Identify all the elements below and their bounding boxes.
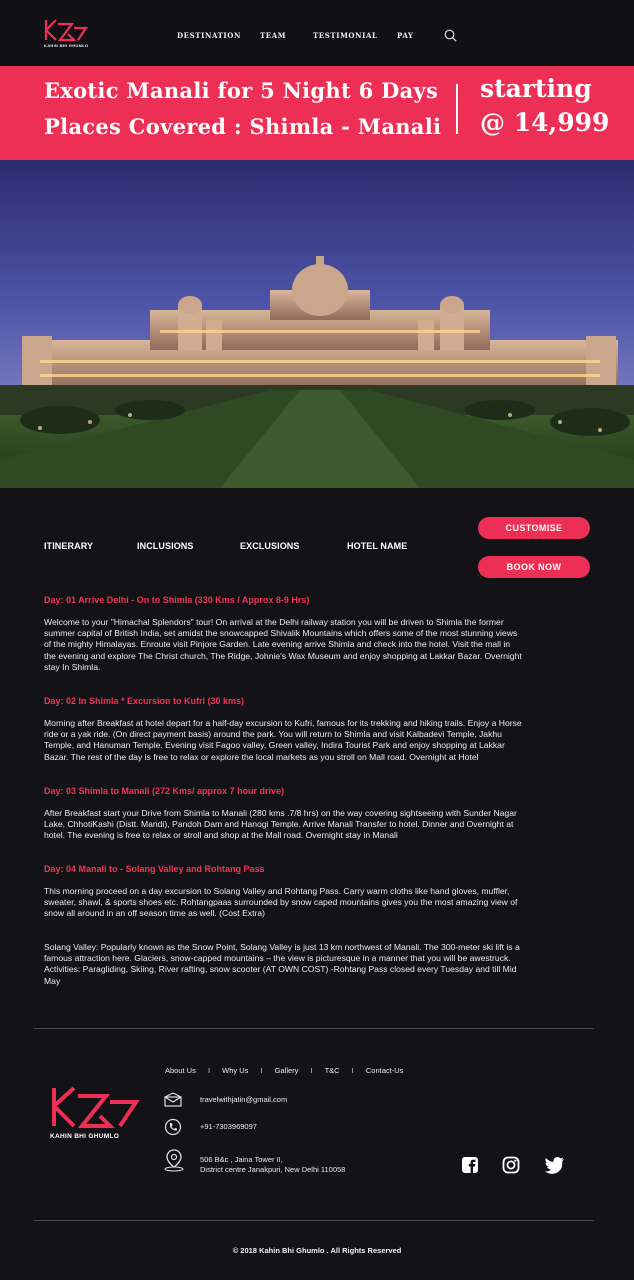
day-2-title: Day: 02 In Shimla * Excursion to Kufri (…: [44, 696, 245, 706]
footer-phone[interactable]: +91-7303969097: [200, 1122, 257, 1132]
twitter-icon[interactable]: [544, 1156, 565, 1174]
tour-title: Exotic Manali for 5 Night 6 Days: [44, 78, 439, 103]
day-4-title: Day: 04 Manali to - Solang Valley and Ro…: [44, 864, 265, 874]
day-1-title: Day: 01 Arrive Delhi - On to Shimla (330…: [44, 595, 310, 605]
instagram-icon[interactable]: [502, 1156, 520, 1174]
day-2-text: Morning after Breakfast at hotel depart …: [44, 718, 522, 762]
logo-mark-icon: [52, 1086, 140, 1128]
price-value: @ 14,999: [480, 108, 610, 137]
address-line-1: 506 B&c , Jaina Tower II,: [200, 1155, 283, 1164]
day-3-text: After Breakfast start your Drive from Sh…: [44, 808, 517, 841]
places-covered: Places Covered : Shimla - Manali: [44, 114, 442, 139]
banner-divider: [456, 84, 458, 134]
footer-link-separator: I: [207, 1066, 211, 1075]
logo-mark-icon: [44, 19, 89, 42]
footer-link-separator: I: [351, 1066, 354, 1075]
copyright: © 2018 Kahin Bhi Ghumlo . All Rights Res…: [232, 1246, 402, 1255]
phone-icon: [164, 1118, 182, 1136]
tour-banner: Exotic Manali for 5 Night 6 Days Places …: [0, 66, 634, 160]
footer-link-separator: I: [310, 1066, 313, 1075]
day-1-text: Welcome to your "Himachal Splendors" tou…: [44, 617, 522, 672]
day-3-title: Day: 03 Shimla to Manali (272 Kms/ appro…: [44, 786, 285, 796]
footer-logo[interactable]: KAHIN BHI GHUMLO: [50, 1084, 140, 1142]
footer-link-tc[interactable]: T&C: [325, 1066, 340, 1075]
nav-pay[interactable]: PAY: [397, 31, 414, 40]
tab-hotel-name[interactable]: HOTEL NAME: [347, 541, 407, 551]
day-4-text: This morning proceed on a day excursion …: [44, 886, 518, 919]
footer-address: 506 B&c , Jaina Tower II, District centr…: [200, 1155, 345, 1175]
footer-divider-bottom: [34, 1220, 594, 1221]
footer-link-contact[interactable]: Contact-Us: [366, 1066, 404, 1075]
customise-button[interactable]: CUSTOMISE: [478, 517, 590, 539]
price-label: starting: [480, 74, 592, 103]
email-icon: [164, 1092, 182, 1107]
tab-itinerary[interactable]: ITINERARY: [44, 541, 93, 551]
nav-testimonial[interactable]: TESTIMONIAL: [313, 31, 378, 40]
footer-email[interactable]: travelwithjatin@gmail.com: [200, 1095, 287, 1105]
footer-link-separator: I: [260, 1066, 263, 1075]
location-pin-icon: [164, 1149, 184, 1172]
footer-link-why-us[interactable]: Why Us: [222, 1066, 248, 1075]
search-icon[interactable]: [444, 29, 457, 42]
brand-name: KAHIN BHI GHUMLO: [44, 43, 89, 48]
nav-destination[interactable]: DESTINATION: [177, 31, 241, 40]
book-now-button[interactable]: BOOK NOW: [478, 556, 590, 578]
hero-image: [0, 160, 634, 488]
tab-inclusions[interactable]: INCLUSIONS: [137, 541, 194, 551]
facebook-icon[interactable]: [461, 1156, 479, 1174]
footer-divider-top: [34, 1028, 594, 1029]
tab-exclusions[interactable]: EXCLUSIONS: [240, 541, 300, 551]
footer-link-gallery[interactable]: Gallery: [275, 1066, 299, 1075]
footer-brand-name: KAHIN BHI GHUMLO: [50, 1133, 120, 1140]
brand-logo[interactable]: KAHIN BHI GHUMLO: [44, 18, 90, 48]
day-4-text-solang: Solang Valley: Popularly known as the Sn…: [44, 942, 520, 986]
footer-links: About Us I Why Us I Gallery I T&C I Cont…: [165, 1066, 413, 1075]
top-navbar: KAHIN BHI GHUMLO DESTINATION TEAM TESTIM…: [0, 0, 634, 66]
footer-link-about[interactable]: About Us: [165, 1066, 196, 1075]
nav-team[interactable]: TEAM: [260, 31, 286, 40]
address-line-2: District centre Janakpuri, New Delhi 110…: [200, 1165, 346, 1174]
